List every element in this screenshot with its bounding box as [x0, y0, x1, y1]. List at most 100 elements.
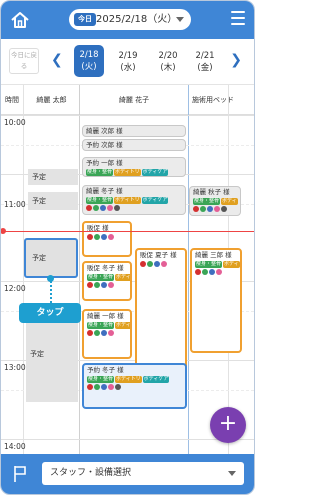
status-icon: [154, 261, 160, 267]
column-header-time: 時間: [1, 85, 23, 115]
tag: ボディケア: [142, 376, 170, 383]
status-icon: [94, 330, 100, 336]
day-date: 2/19: [118, 51, 138, 61]
tag: ボディ: [115, 274, 131, 281]
tag: ボディトリ: [114, 197, 141, 204]
status-icon: [209, 269, 215, 275]
flag-icon[interactable]: [13, 465, 27, 483]
day-tab[interactable]: 2/19 (水): [113, 47, 143, 77]
bottom-bar: スタッフ・設備選択: [1, 454, 254, 494]
current-date: 2025/2/18（火）: [96, 14, 178, 25]
status-icon: [93, 205, 99, 211]
schedule-block[interactable]: 予定: [26, 310, 78, 402]
appointment-card[interactable]: 綺麗 一郎 様 痩身・整骨 ボディ: [82, 309, 132, 359]
schedule-block[interactable]: 予定: [28, 169, 78, 185]
appointment-name: 綺麗 冬子 様: [86, 187, 123, 195]
menu-icon[interactable]: [231, 11, 245, 27]
status-icon: [101, 384, 107, 390]
appointment-card[interactable]: 綺麗 冬子 様 痩身・整骨 ボディトリ ボディケア: [82, 185, 186, 215]
tag: ボディケア: [141, 169, 169, 176]
appointment-card[interactable]: 予約 次郎 様: [82, 139, 186, 151]
staff-select-label: スタッフ・設備選択: [50, 468, 132, 478]
hour-line: [1, 115, 254, 116]
time-label: 14:00: [4, 442, 26, 451]
date-nav-bar: 今日に戻る ❮ 2/18 (火) 2/19 (水) 2/20 (木) 2/21 …: [1, 39, 254, 85]
back-to-today-button[interactable]: 今日に戻る: [9, 48, 39, 74]
status-icon: [221, 206, 227, 212]
status-icon: [140, 261, 146, 267]
column-divider: [79, 85, 80, 454]
tap-callout: タップ: [19, 303, 81, 323]
appointment-card[interactable]: 販促 様: [82, 221, 132, 257]
appointment-name: 予約 冬子 様: [87, 366, 124, 374]
staff-equipment-select[interactable]: スタッフ・設備選択: [42, 462, 244, 485]
tag: ボディトリ: [115, 376, 142, 383]
status-icon: [207, 206, 213, 212]
status-icon: [94, 234, 100, 240]
chevron-down-icon: [176, 17, 184, 22]
current-time-dot: [1, 228, 6, 234]
column-header-staff[interactable]: 綺麗 花子: [80, 85, 188, 115]
column-header-staff[interactable]: 綺麗 太郎: [24, 85, 79, 115]
day-date: 2/20: [158, 51, 178, 61]
time-label: 11:00: [4, 200, 26, 209]
current-time-line: [1, 231, 254, 232]
status-icon: [87, 234, 93, 240]
status-icon: [161, 261, 167, 267]
time-label: 10:00: [4, 118, 26, 127]
tag: ボディ: [221, 198, 238, 205]
column-header-equipment[interactable]: 施術用ベッド: [189, 85, 254, 115]
appointment-card[interactable]: 予約 一郎 様 痩身・整骨 ボディトリ ボディケア: [82, 157, 186, 177]
tag: 痩身・整骨: [87, 376, 115, 383]
column-divider: [188, 85, 189, 454]
appointment-name: 綺麗 秋子 様: [193, 188, 230, 196]
status-icon: [202, 269, 208, 275]
status-icon: [87, 282, 93, 288]
status-icon: [108, 384, 114, 390]
date-select[interactable]: 今日 2025/2/18（火）: [69, 9, 191, 30]
chevron-right-icon[interactable]: ❯: [230, 52, 242, 68]
status-icon: [87, 330, 93, 336]
tag: ボディ: [223, 261, 240, 268]
appointment-card[interactable]: 綺麗 秋子 様 痩身・整骨 ボディ: [189, 186, 241, 216]
tag: 痩身・整骨: [86, 197, 114, 204]
day-tab[interactable]: 2/20 (木): [153, 47, 183, 77]
status-icon: [115, 384, 121, 390]
appointment-card[interactable]: 販促 冬子 様 痩身・整骨 ボディ: [82, 261, 132, 301]
chevron-left-icon[interactable]: ❮: [51, 52, 63, 68]
status-icon: [193, 206, 199, 212]
appointment-card[interactable]: 綺麗 次郎 様: [82, 125, 186, 137]
tap-dot: [47, 275, 54, 282]
appointment-card[interactable]: 綺麗 三郎 様 痩身・整骨 ボディ: [190, 248, 242, 353]
day-date: 2/18: [79, 50, 99, 60]
appointment-card[interactable]: 予約 冬子 様 痩身・整骨 ボディトリ ボディケア: [82, 363, 187, 409]
selected-schedule-block[interactable]: 予定: [24, 238, 78, 278]
tag: ボディ: [115, 322, 131, 329]
add-appointment-button[interactable]: +: [210, 407, 246, 443]
schedule-block[interactable]: 予定: [28, 192, 78, 210]
tag: 痩身・整骨: [193, 198, 221, 205]
tag: 痩身・整骨: [195, 261, 223, 268]
status-icon: [94, 384, 100, 390]
status-icon: [101, 282, 107, 288]
status-icon: [114, 205, 120, 211]
appointment-name: 綺麗 次郎 様: [86, 127, 123, 135]
today-badge: 今日: [74, 13, 96, 26]
day-tab-selected[interactable]: 2/18 (火): [74, 45, 104, 77]
home-icon[interactable]: [9, 9, 31, 31]
day-weekday: (水): [120, 63, 136, 73]
status-icon: [86, 205, 92, 211]
status-icon: [216, 269, 222, 275]
status-icon: [108, 330, 114, 336]
status-icon: [108, 234, 114, 240]
day-weekday: (火): [81, 62, 97, 72]
day-tab[interactable]: 2/21 (金): [190, 47, 220, 77]
appointment-name: 予約 一郎 様: [86, 159, 123, 167]
appointment-name: 販促 夏子 様: [140, 251, 177, 259]
time-label: 13:00: [4, 363, 26, 372]
appointment-name: 販促 冬子 様: [87, 264, 124, 272]
status-icon: [200, 206, 206, 212]
day-weekday: (金): [197, 63, 213, 73]
schedule-grid: 時間 綺麗 太郎 綺麗 花子 施術用ベッド 10:00 11:00 12:00 …: [1, 85, 254, 454]
tag: ボディケア: [141, 197, 169, 204]
